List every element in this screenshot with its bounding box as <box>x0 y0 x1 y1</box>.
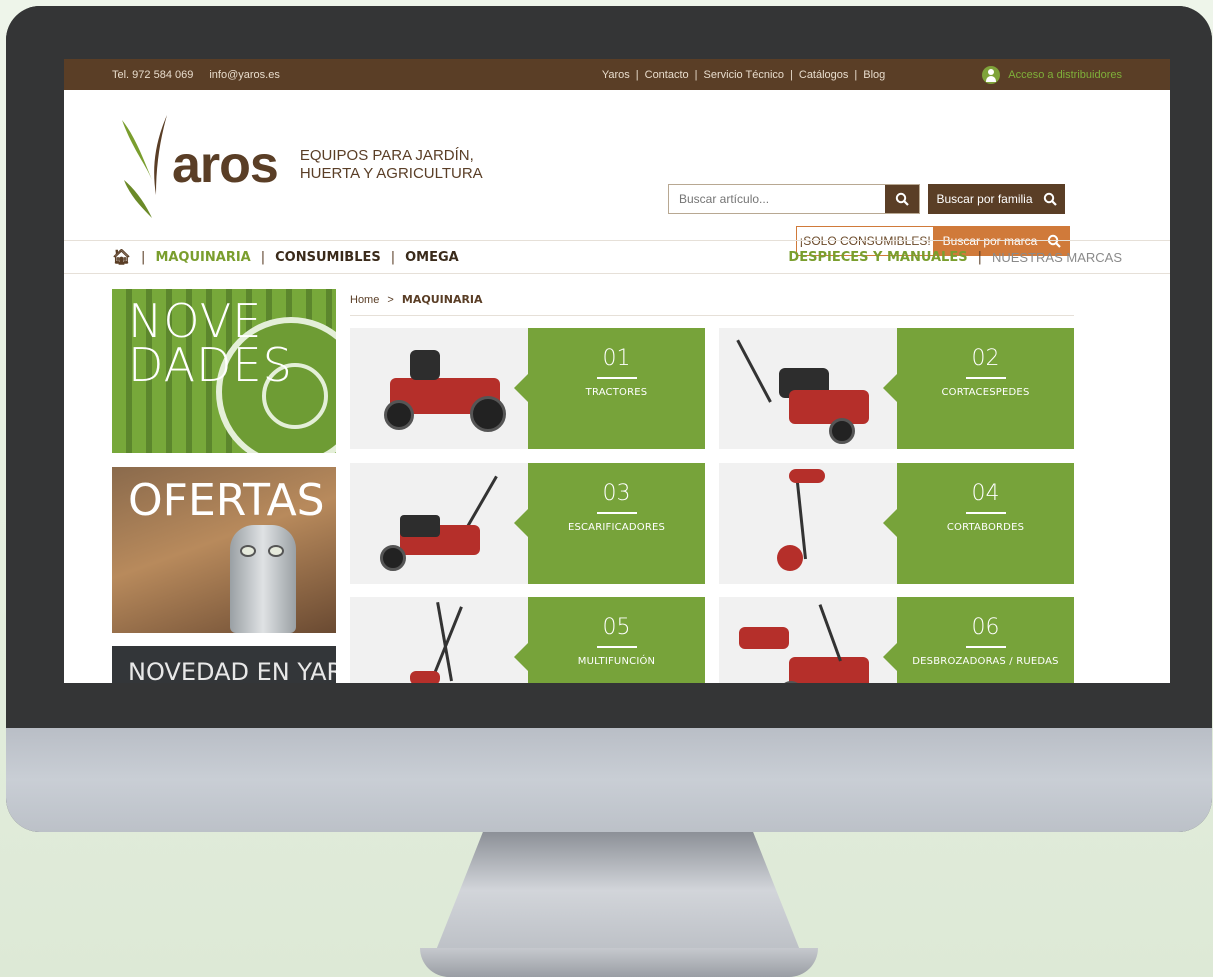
monitor-stand-base <box>420 948 818 977</box>
main-nav: 🏠︎ | MAQUINARIA | CONSUMIBLES | OMEGA DE… <box>64 240 1170 274</box>
novedades-title: NOVE DADES <box>128 294 293 392</box>
link-contacto[interactable]: Contacto <box>645 69 689 81</box>
category-panel: 04 CORTABORDES <box>883 463 1074 584</box>
nav-divider: | <box>977 249 982 265</box>
logo-leaf-icon <box>122 115 167 218</box>
divider: | <box>694 68 698 81</box>
link-blog[interactable]: Blog <box>863 69 885 81</box>
category-label: ESCARIFICADORES <box>567 522 666 533</box>
category-label: CORTACESPEDES <box>941 387 1030 398</box>
divider: | <box>790 68 793 81</box>
monitor-chin <box>6 728 1212 832</box>
category-panel: 01 TRACTORES <box>514 328 705 449</box>
category-panel: 05 MULTIFUNCIÓN <box>514 597 705 683</box>
multitool-image <box>350 597 528 683</box>
divider: | <box>635 68 639 81</box>
robot-eye <box>268 545 284 557</box>
category-rule <box>965 377 1006 379</box>
tagline-line-1: EQUIPOS PARA JARDÍN, <box>299 147 474 164</box>
category-card-cortabordes[interactable]: 04 CORTABORDES <box>719 463 1074 584</box>
top-bar: Tel. 972 584 069 info@yaros.es Yaros | C… <box>64 59 1170 90</box>
category-label: CORTABORDES <box>946 522 1025 533</box>
nav-divider: | <box>390 249 396 265</box>
breadcrumb-current: MAQUINARIA <box>401 293 483 306</box>
search-input[interactable] <box>669 185 885 213</box>
novedad-yaros-title: NOVEDAD EN YAROS <box>128 658 336 683</box>
nav-item-maquinaria[interactable]: MAQUINARIA <box>155 250 250 265</box>
category-card-cortacespedes[interactable]: 02 CORTACESPEDES <box>719 328 1074 449</box>
scarifier-image <box>350 463 528 584</box>
category-panel: 02 CORTACESPEDES <box>883 328 1074 449</box>
category-rule <box>596 646 637 648</box>
category-card-escarificadores[interactable]: 03 ESCARIFICADORES <box>350 463 705 584</box>
category-card-multifuncion[interactable]: 05 MULTIFUNCIÓN <box>350 597 705 683</box>
lawnmower-image <box>719 328 897 449</box>
search-box <box>668 184 920 214</box>
search-row: Buscar por familia <box>668 184 1065 214</box>
website-screen: Tel. 972 584 069 info@yaros.es Yaros | C… <box>64 59 1170 683</box>
category-panel: 03 ESCARIFICADORES <box>514 463 705 584</box>
divider: | <box>854 68 858 81</box>
nav-item-marcas[interactable]: NUESTRAS MARCAS <box>992 250 1122 265</box>
tagline-line-2: HUERTA Y AGRICULTURA <box>299 165 483 182</box>
home-icon[interactable]: 🏠︎ <box>112 248 131 266</box>
category-number: 01 <box>602 346 631 371</box>
breadcrumb: Home > MAQUINARIA <box>350 293 483 306</box>
nav-item-omega[interactable]: OMEGA <box>405 250 459 265</box>
logo[interactable]: aros EQUIPOS PARA JARDÍN, HUERTA Y AGRIC… <box>112 110 483 220</box>
nav-divider: | <box>260 249 266 265</box>
ofertas-title: OFERTAS <box>128 475 325 526</box>
search-icon <box>895 192 909 206</box>
nav-item-consumibles[interactable]: CONSUMIBLES <box>275 250 381 265</box>
category-number: 04 <box>971 481 1000 506</box>
breadcrumb-home[interactable]: Home <box>350 294 379 306</box>
distributor-access-label: Acceso a distribuidores <box>1008 68 1122 81</box>
category-number: 05 <box>602 615 631 640</box>
distributor-access-link[interactable]: Acceso a distribuidores <box>982 65 1122 84</box>
trimmer-image <box>719 463 897 584</box>
monitor-frame: Tel. 972 584 069 info@yaros.es Yaros | C… <box>6 6 1212 832</box>
category-number: 02 <box>971 346 1000 371</box>
category-rule <box>965 646 1006 648</box>
category-rule <box>596 377 637 379</box>
search-by-family-label: Buscar por familia <box>936 192 1033 206</box>
category-label: TRACTORES <box>585 387 648 398</box>
category-rule <box>965 512 1006 514</box>
nav-divider: | <box>141 249 146 265</box>
tractor-image <box>350 328 528 449</box>
user-icon <box>982 65 1001 84</box>
breadcrumb-separator: > <box>387 294 394 306</box>
novedades-title-line-2: DADES <box>128 338 293 392</box>
robot-eye <box>240 545 256 557</box>
breadcrumb-divider <box>350 315 1074 316</box>
novedades-banner[interactable]: NOVE DADES <box>112 289 336 453</box>
email-link[interactable]: info@yaros.es <box>209 69 279 81</box>
novedad-yaros-banner[interactable]: NOVEDAD EN YAROS <box>112 646 336 683</box>
category-card-tractores[interactable]: 01 TRACTORES <box>350 328 705 449</box>
category-card-desbrozadoras[interactable]: 06 DESBROZADORAS / RUEDAS <box>719 597 1074 683</box>
brushcutter-image <box>719 597 897 683</box>
robot-icon <box>230 525 296 633</box>
tagline: EQUIPOS PARA JARDÍN, HUERTA Y AGRICULTUR… <box>300 147 483 183</box>
logo-wordmark: aros <box>172 136 279 194</box>
category-rule <box>596 512 637 514</box>
category-label: DESBROZADORAS / RUEDAS <box>912 656 1059 667</box>
category-number: 03 <box>602 481 631 506</box>
category-panel: 06 DESBROZADORAS / RUEDAS <box>883 597 1074 683</box>
search-icon <box>1043 192 1057 206</box>
category-number: 06 <box>971 615 1000 640</box>
link-servicio-tecnico[interactable]: Servicio Técnico <box>704 69 785 81</box>
ofertas-banner[interactable]: OFERTAS <box>112 467 336 633</box>
link-yaros[interactable]: Yaros <box>602 69 630 81</box>
nav-item-despieces[interactable]: DESPIECES Y MANUALES <box>788 250 967 265</box>
search-button[interactable] <box>885 185 919 213</box>
phone-number: Tel. 972 584 069 <box>112 68 194 81</box>
category-label: MULTIFUNCIÓN <box>577 656 656 667</box>
site-header: aros EQUIPOS PARA JARDÍN, HUERTA Y AGRIC… <box>64 90 1170 256</box>
link-catalogos[interactable]: Catálogos <box>799 69 849 81</box>
novedades-title-line-1: NOVE <box>128 294 263 348</box>
search-by-family-button[interactable]: Buscar por familia <box>928 184 1065 214</box>
